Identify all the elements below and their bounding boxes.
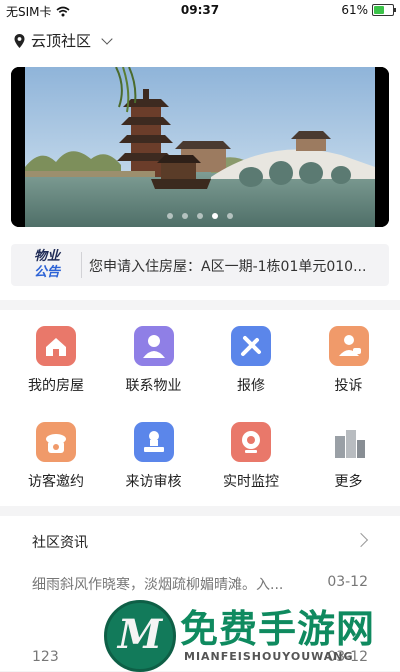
watermark-subtitle: MIANFEISHOUYOUWANG	[184, 650, 354, 663]
battery-icon	[372, 4, 396, 16]
grid-item-stamp[interactable]: 来访审核	[104, 422, 204, 491]
status-bar: 无SIM卡 09:37 61%	[0, 0, 400, 22]
complaint-icon	[328, 326, 369, 366]
banner-carousel[interactable]	[11, 67, 389, 227]
grid-item-tools[interactable]: 报修	[201, 326, 301, 395]
grid-item-label: 我的房屋	[28, 378, 84, 394]
news-item-title: 细雨斜风作晓寒，淡烟疏柳媚晴滩。入...	[32, 577, 284, 593]
battery-percent: 61%	[341, 3, 368, 17]
status-right: 61%	[341, 3, 396, 17]
battery-fill	[374, 6, 385, 14]
watermark: M 免费手游网 MIANFEISHOUYOUWANG	[100, 598, 400, 672]
notice-divider	[81, 252, 82, 278]
watermark-logo-letter: M	[117, 611, 163, 658]
house-icon	[36, 326, 76, 366]
location-pin-icon	[14, 33, 25, 48]
camera-icon	[231, 422, 271, 462]
grid-item-label: 实时监控	[223, 474, 279, 490]
notice-logo-line1: 物业	[33, 249, 60, 264]
news-item-date: 03-12	[327, 574, 368, 590]
carousel-dots	[11, 213, 389, 219]
grid-item-person[interactable]: 联系物业	[104, 326, 204, 395]
grid-item-label: 来访审核	[125, 474, 182, 490]
grid-item-label: 联系物业	[125, 378, 182, 394]
watermark-title: 免费手游网	[180, 607, 376, 651]
carousel-dot[interactable]	[212, 213, 218, 219]
notice-logo-line2: 公告	[33, 265, 60, 280]
location-selector[interactable]: 云顶社区	[14, 30, 113, 51]
chevron-down-icon	[101, 32, 113, 45]
notice-text: 您申请入住房屋：A区一期-1栋01单元010...	[89, 259, 367, 275]
carousel-dot[interactable]	[227, 213, 233, 219]
grid-item-label: 更多	[334, 474, 363, 490]
location-label: 云顶社区	[31, 32, 92, 50]
more-icon	[329, 422, 369, 462]
grid-item-label: 报修	[237, 378, 265, 394]
carousel-dot[interactable]	[197, 213, 203, 219]
grid-item-label: 访客邀约	[28, 474, 84, 490]
carousel-dot[interactable]	[182, 213, 188, 219]
person-icon	[133, 326, 174, 366]
tools-icon	[231, 326, 271, 366]
grid-item-camera[interactable]: 实时监控	[201, 422, 301, 491]
watermark-logo: M	[104, 600, 176, 672]
grid-item-complaint[interactable]: 投诉	[299, 326, 399, 395]
phone-icon	[36, 422, 76, 462]
function-grid: 我的房屋 联系物业 报修 投诉访客邀约 来访审核 实时监控 更多	[0, 310, 400, 506]
grid-item-house[interactable]: 我的房屋	[6, 326, 106, 395]
notice-bar[interactable]: 物业 公告 您申请入住房屋：A区一期-1栋01单元010...	[11, 244, 389, 286]
grid-item-phone[interactable]: 访客邀约	[6, 422, 106, 491]
chevron-right-icon[interactable]	[353, 532, 369, 548]
header-section: 云顶社区 物业 公告 您申请入住房屋：A区一期-1栋01单元010...	[0, 22, 400, 300]
grid-item-label: 投诉	[334, 378, 363, 394]
clock: 09:37	[180, 3, 220, 17]
carousel-dot[interactable]	[167, 213, 173, 219]
banner-image	[11, 67, 389, 227]
stamp-icon	[133, 422, 174, 462]
grid-item-more[interactable]: 更多	[299, 422, 399, 491]
notice-logo: 物业 公告	[21, 249, 73, 281]
news-title: 社区资讯	[32, 535, 88, 551]
